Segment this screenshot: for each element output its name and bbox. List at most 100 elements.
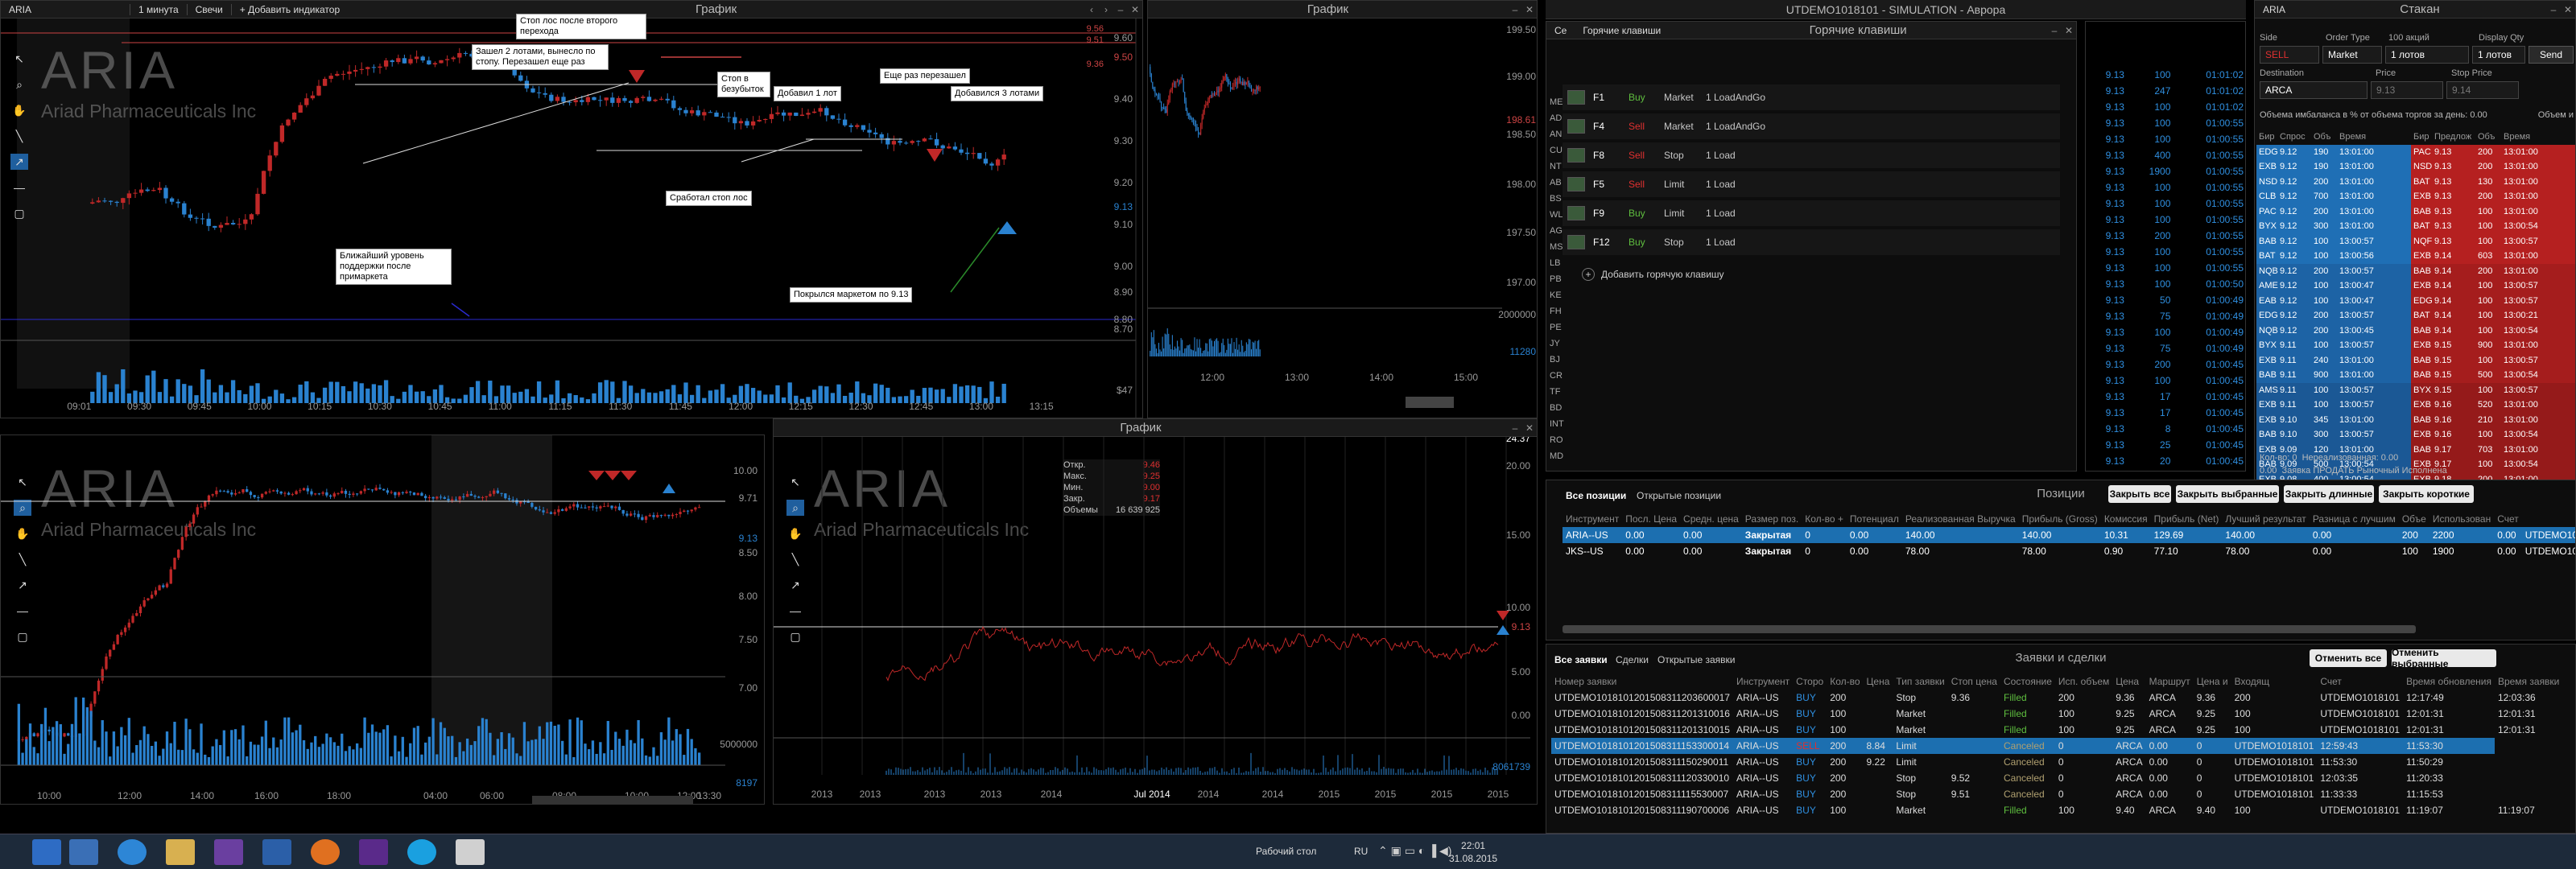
column-header[interactable]: Комиссия [2101,511,2151,527]
minimize-icon[interactable]: – [1508,422,1522,434]
order-row[interactable]: UTDEMO1018101201508311201310016 ARIA--US B… [1551,706,2562,722]
hotkey-row[interactable]: F4 Sell Market 1 LoadAndGo [1563,113,2060,139]
chart3-scrollbar[interactable] [532,796,693,805]
tab-trades[interactable]: Сделки [1616,654,1649,665]
column-header[interactable]: Цена и [2194,673,2231,690]
stop-price-input[interactable]: 9.14 [2446,81,2519,99]
close-all-button[interactable]: Закрыть все [2108,485,2171,503]
order-book-symbol[interactable]: ARIA [2255,4,2293,15]
order-book-row[interactable]: PAC 9.12 200 13:01:00 BAB 9.13 100 13:01:00 [2256,204,2575,219]
column-header[interactable]: Сторо [1793,673,1827,690]
hotkey-row[interactable]: F8 Sell Stop 1 Load [1563,142,2060,168]
order-book-row[interactable]: NQB 9.12 200 13:00:45 BAB 9.14 100 13:00:54 [2256,323,2575,338]
symbol-list-item[interactable]: TF [1550,384,1564,400]
column-header[interactable]: Исп. объем [2055,673,2112,690]
document-icon[interactable] [456,839,485,865]
order-book-row[interactable]: AMS 9.11 100 13:00:57 BYX 9.15 100 13:00:57 [2256,382,2575,397]
skype-icon[interactable] [407,839,436,865]
symbol-list-item[interactable]: BD [1550,400,1564,416]
order-book-row[interactable]: EDG 9.12 200 13:00:57 BAT 9.14 100 13:00:21 [2256,308,2575,323]
cancel-all-button[interactable]: Отменить все [2310,649,2387,667]
column-header[interactable]: Разница с лучшим [2310,511,2399,527]
column-header[interactable]: Тип заявки [1893,673,1947,690]
symbol-list-item[interactable]: FH [1550,303,1564,319]
order-row[interactable]: UTDEMO1018101201508311153300014 ARIA--US S… [1551,738,2563,754]
hotkey-row[interactable]: F5 Sell Limit 1 Load [1563,171,2060,197]
column-header[interactable]: Посл. Цена [1622,511,1680,527]
language-indicator[interactable]: RU [1354,846,1368,857]
side-select[interactable]: SELL [2260,46,2319,64]
column-header[interactable]: Счет [2494,511,2522,527]
order-book-row[interactable]: AME 9.12 100 13:00:47 EXB 9.14 100 13:00:57 [2256,278,2575,294]
position-row[interactable]: ARIA--US 0.00 0.00 Закрытая 0 0.00 140.00 140.0… [1563,527,2575,543]
cancel-selected-button[interactable]: Отменить выбранные [2392,647,2496,669]
chart3-canvas[interactable]: 10.00 9.71 9.13 8.50 8.00 7.50 7.00 5000000 8197… [1,435,765,805]
save-app-icon[interactable] [69,839,98,865]
order-row[interactable]: UTDEMO1018101201508311190700006 ARIA--US B… [1551,802,2562,818]
symbol-list-item[interactable]: PE [1550,319,1564,336]
order-book-row[interactable]: BAB 9.10 300 13:00:57 EXB 9.16 100 13:00:54 [2256,427,2575,443]
column-header[interactable]: Инструмент [1733,673,1793,690]
chevron-left-icon[interactable]: ‹ [1084,4,1099,15]
column-header[interactable]: Состояние [2000,673,2055,690]
order-row[interactable]: UTDEMO1018101201508311203600017 ARIA--US B… [1551,690,2562,706]
column-header[interactable]: Время заявки [2495,673,2562,690]
tab-all-positions[interactable]: Все позиции [1566,490,1626,501]
order-row[interactable]: UTDEMO1018101201508311120330010 ARIA--US B… [1551,770,2562,786]
order-book-row[interactable]: CLB 9.12 700 13:01:00 EXB 9.13 200 13:01:00 [2256,189,2575,204]
close-icon[interactable]: ✕ [2062,25,2076,36]
order-book-row[interactable]: BAB 9.11 900 13:01:00 BAB 9.15 500 13:00:54 [2256,368,2575,383]
order-book-row[interactable]: EDG 9.12 190 13:01:00 PAC 9.13 200 13:01:00 [2256,144,2575,159]
column-header[interactable]: Цена [2112,673,2145,690]
column-header[interactable]: Номер заявки [1551,673,1733,690]
start-button[interactable] [32,839,61,865]
order-book-row[interactable]: BYX 9.11 100 13:00:57 EXB 9.15 900 13:01:00 [2256,338,2575,353]
minimize-icon[interactable]: – [1508,4,1522,15]
column-header[interactable]: Цена [1864,673,1893,690]
minimize-icon[interactable]: – [2546,4,2561,15]
close-short-button[interactable]: Закрыть короткие [2379,485,2474,503]
main-chart-canvas[interactable]: 9.609.509.409.309.209.109.008.908.808.70… [1,19,1143,418]
clock[interactable]: 22:01 31.08.2015 [1449,839,1497,865]
hotkey-row[interactable]: F9 Buy Limit 1 Load [1563,200,2060,226]
tab-open-orders[interactable]: Открытые заявки [1657,654,1736,665]
price-input[interactable]: 9.13 [2371,81,2443,99]
order-book-row[interactable]: EAB 9.12 100 13:00:47 EDG 9.14 100 13:00:57 [2256,293,2575,308]
chart-type-tab[interactable]: Свечи [186,3,231,15]
column-header[interactable]: Потенциал [1847,511,1902,527]
order-row[interactable]: UTDEMO1018101201508311201310015 ARIA--US B… [1551,722,2562,738]
order-book-row[interactable]: EXB 9.10 345 13:01:00 BAB 9.16 210 13:01:00 [2256,412,2575,427]
tab-all-orders[interactable]: Все заявки [1554,654,1608,665]
desktop-toolbar[interactable]: Рабочий стол [1256,846,1316,857]
column-header[interactable]: Кол-во [1827,673,1863,690]
position-row[interactable]: JKS--US 0.00 0.00 Закрытая 0 0.00 78.00 78.00 0.… [1563,543,2575,559]
destination-select[interactable]: ARCA [2260,81,2368,99]
display-qty-input[interactable]: 1 лотов [2472,46,2525,64]
quantity-input[interactable]: 1 лотов [2385,46,2469,64]
order-book-row[interactable]: EXB 9.11 240 13:01:00 BAB 9.15 100 13:00:57 [2256,352,2575,368]
chart4-canvas[interactable]: 24.37 20.00 15.00 10.00 9.13 5.00 0.00 8061739 2… [774,437,1538,805]
close-icon[interactable]: ✕ [1522,422,1537,434]
chart2-scrollbar[interactable] [1406,397,1454,408]
chart-symbol[interactable]: ARIA [1,4,57,15]
send-button[interactable]: Send [2529,46,2574,64]
order-row[interactable]: UTDEMO1018101201508311115530007 ARIA--US B… [1551,786,2562,802]
column-header[interactable]: Время обновления [2403,673,2495,690]
minimize-icon[interactable]: – [2047,25,2062,36]
visual-studio-icon[interactable] [214,839,243,865]
column-header[interactable]: Объе [2399,511,2429,527]
tab-open-positions[interactable]: Открытые позиции [1637,490,1721,501]
order-book-row[interactable]: BYX 9.12 300 13:01:00 BAT 9.13 100 13:00:54 [2256,219,2575,234]
column-header[interactable]: Лучший результат [2222,511,2309,527]
column-header[interactable]: Инструмент [1563,511,1622,527]
minimize-icon[interactable]: – [1113,4,1128,15]
close-long-button[interactable]: Закрыть длинные [2284,485,2374,503]
order-row[interactable]: UTDEMO1018101201508311150290011 ARIA--US B… [1551,754,2562,770]
column-header[interactable]: Размер поз. [1742,511,1802,527]
order-book-row[interactable]: BAB 9.12 100 13:00:57 NQF 9.13 100 13:00:57 [2256,233,2575,249]
column-header[interactable]: Прибыль (Gross) [2019,511,2101,527]
terminal-app-icon[interactable] [359,839,388,865]
hotkey-row[interactable]: F1 Buy Market 1 LoadAndGo [1563,84,2060,110]
column-header[interactable]: Реализованная Выручка [1902,511,2019,527]
add-indicator-button[interactable]: + Добавить индикатор [230,3,348,15]
